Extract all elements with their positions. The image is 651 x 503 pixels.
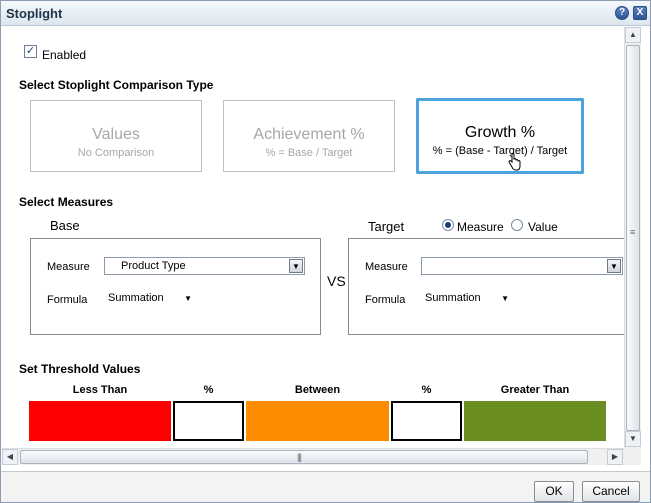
comparison-type-heading: Select Stoplight Comparison Type — [19, 78, 214, 92]
comparison-option-subtitle: % = (Base - Target) / Target — [432, 145, 568, 157]
chevron-down-icon: ▼ — [501, 294, 509, 303]
threshold-label-percent: % — [203, 384, 214, 396]
scroll-left-icon[interactable]: ◀ — [2, 449, 18, 465]
horizontal-scroll-thumb[interactable]: ||| — [20, 450, 588, 464]
target-measure-box: Measure ▼ Formula Summation ▼ — [348, 238, 624, 335]
comparison-option-title: Achievement % — [253, 126, 365, 143]
target-value-radio-label: Value — [528, 220, 558, 234]
threshold-label-less-than: Less Than — [72, 384, 128, 396]
ok-button[interactable]: OK — [534, 481, 574, 502]
enabled-label: Enabled — [42, 48, 87, 62]
base-measure-select[interactable]: Product Type ▼ — [104, 257, 305, 275]
chevron-down-icon[interactable]: ▼ — [607, 259, 621, 273]
scroll-down-icon[interactable]: ▼ — [625, 431, 641, 447]
target-value-radio[interactable] — [511, 219, 523, 231]
base-formula-value: Summation — [108, 292, 164, 304]
hand-pointer-icon — [508, 153, 521, 171]
threshold-less-than-swatch[interactable] — [29, 401, 171, 441]
enabled-checkbox[interactable]: ✓ — [24, 45, 37, 58]
dialog-title: Stoplight — [6, 6, 63, 21]
target-measure-label: Measure — [365, 261, 408, 273]
comparison-option-growth[interactable]: Growth % % = (Base - Target) / Target — [416, 98, 584, 174]
threshold-greater-than-swatch[interactable] — [464, 401, 606, 441]
chevron-down-icon[interactable]: ▼ — [289, 259, 303, 273]
vs-label: VS — [327, 273, 346, 289]
scroll-up-icon[interactable]: ▲ — [625, 27, 641, 43]
target-formula-label: Formula — [365, 294, 406, 306]
comparison-option-subtitle: No Comparison — [77, 147, 155, 159]
comparison-option-title: Values — [92, 126, 140, 143]
target-measure-radio[interactable] — [442, 219, 454, 231]
threshold-label-percent: % — [421, 384, 432, 396]
threshold-between-swatch[interactable] — [246, 401, 389, 441]
comparison-option-achievement[interactable]: Achievement % % = Base / Target — [223, 100, 395, 172]
comparison-option-title: Growth % — [464, 124, 536, 141]
select-measures-heading: Select Measures — [19, 195, 114, 209]
target-measure-radio-label: Measure — [457, 220, 504, 234]
target-formula-value: Summation — [425, 292, 481, 304]
close-icon[interactable]: X — [633, 6, 647, 20]
target-title: Target — [368, 219, 405, 234]
threshold-label-between: Between — [294, 384, 341, 396]
comparison-option-values[interactable]: Values No Comparison — [30, 100, 202, 172]
target-formula-select[interactable]: Summation ▼ — [421, 290, 513, 308]
dialog-content: ✓ Enabled Select Stoplight Comparison Ty… — [2, 27, 624, 449]
horizontal-scrollbar[interactable]: ◀ ||| ▶ — [2, 448, 624, 465]
cancel-button[interactable]: Cancel — [582, 481, 640, 502]
base-measure-value: Product Type — [121, 260, 186, 272]
chevron-down-icon: ▼ — [184, 294, 192, 303]
grip-icon: ≡ — [630, 227, 636, 237]
base-formula-select[interactable]: Summation ▼ — [104, 290, 196, 308]
grip-icon: ||| — [297, 452, 302, 462]
scroll-right-icon[interactable]: ▶ — [607, 449, 623, 465]
help-icon[interactable]: ? — [615, 6, 629, 20]
comparison-option-subtitle: % = Base / Target — [265, 147, 353, 159]
base-title: Base — [50, 218, 80, 233]
vertical-scrollbar[interactable]: ▲ ≡ ▼ — [624, 27, 641, 449]
threshold-input-low[interactable] — [173, 401, 244, 441]
target-measure-select[interactable]: ▼ — [421, 257, 623, 275]
base-measure-label: Measure — [47, 261, 90, 273]
threshold-label-greater-than: Greater Than — [500, 384, 570, 396]
base-measure-box: Measure Product Type ▼ Formula Summation… — [30, 238, 321, 335]
threshold-input-high[interactable] — [391, 401, 462, 441]
vertical-scroll-thumb[interactable]: ≡ — [626, 45, 640, 431]
dialog-titlebar: Stoplight ? X — [1, 1, 650, 26]
threshold-heading: Set Threshold Values — [19, 362, 141, 376]
dialog-footer: OK Cancel — [1, 471, 650, 502]
stoplight-dialog: Stoplight ? X ✓ Enabled Select Stoplight… — [0, 0, 651, 503]
scrollbar-corner — [624, 448, 641, 465]
base-formula-label: Formula — [47, 294, 88, 306]
